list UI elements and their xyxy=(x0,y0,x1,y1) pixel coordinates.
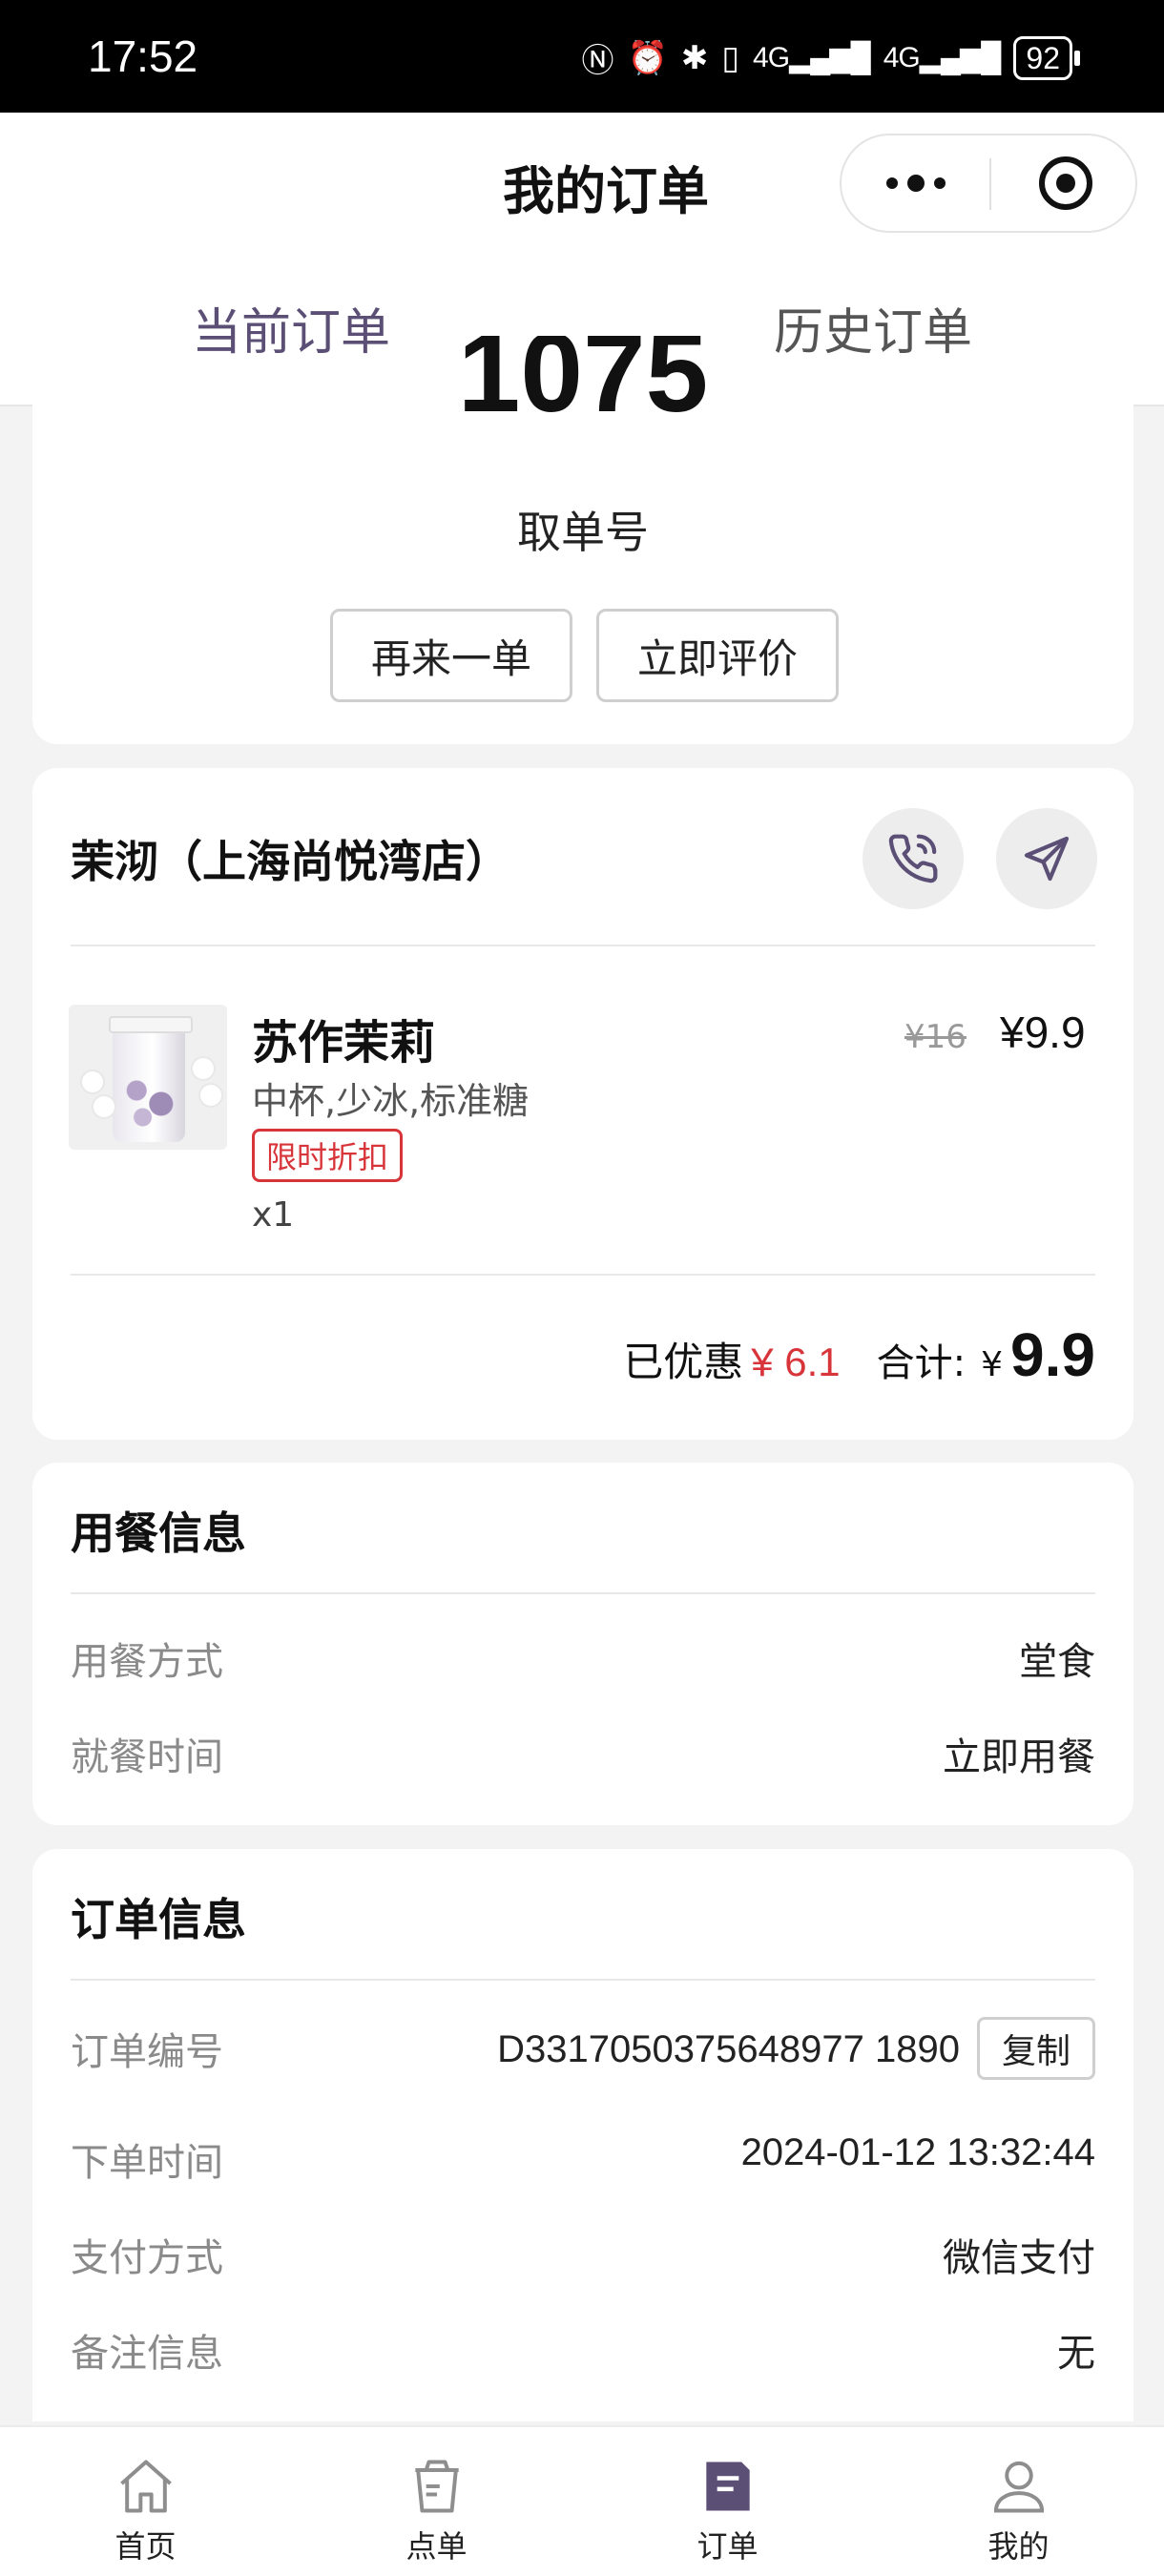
battery-icon: 92 xyxy=(1013,35,1080,80)
dining-method-value: 堂食 xyxy=(1019,1640,1095,1684)
capsule-divider xyxy=(989,158,991,210)
alarm-icon: ⏰ xyxy=(627,38,668,77)
tabbar-menu-label: 点单 xyxy=(405,2528,468,2565)
copy-button[interactable]: 复制 xyxy=(977,2017,1095,2080)
cup-icon xyxy=(415,2460,459,2513)
miniprogram-capsule xyxy=(840,134,1137,233)
home-icon xyxy=(120,2460,172,2513)
bluetooth-icon: ✱ xyxy=(680,38,709,77)
reorder-button[interactable]: 再来一单 xyxy=(330,609,572,702)
vibrate-icon: ▯ xyxy=(721,38,740,77)
more-icon[interactable] xyxy=(842,135,990,231)
dining-info-card: 用餐信息 用餐方式 堂食 就餐时间 立即用餐 xyxy=(32,1463,1133,1825)
bottom-tabbar: 首页 点单 订单 我的 xyxy=(0,2425,1164,2576)
product-quantity: x1 xyxy=(252,1195,295,1235)
signal-icon-1: 4G▂▄▆█ xyxy=(753,42,871,73)
product-image xyxy=(69,1005,227,1150)
tabbar-profile-label: 我的 xyxy=(987,2528,1050,2565)
navigate-button[interactable] xyxy=(996,808,1097,909)
nav-header: 我的订单 xyxy=(0,113,1164,256)
order-number-label: 订单编号 xyxy=(71,2030,223,2074)
tabbar-menu[interactable]: 点单 xyxy=(291,2427,582,2576)
product-name: 苏作茉莉 xyxy=(252,1016,436,1070)
pickup-card: 1075 取单号 再来一单 立即评价 xyxy=(32,336,1133,744)
total-label: 合计: xyxy=(876,1341,967,1385)
pickup-number: 1075 xyxy=(457,336,709,436)
store-card: 茉沏（上海尚悦湾店） 苏作茉莉 中杯,少冰,标准糖 限时折扣 x1 ¥16 ¥9… xyxy=(32,768,1133,1440)
total-value: 9.9 xyxy=(1010,1320,1095,1389)
tabbar-home-label: 首页 xyxy=(114,2528,177,2565)
order-icon xyxy=(706,2462,750,2511)
order-number-value: D3317050375648977 1890 xyxy=(497,2028,960,2070)
signal-icon-2: 4G▂▄▆█ xyxy=(883,42,1002,73)
dining-method-label: 用餐方式 xyxy=(71,1640,223,1684)
status-icons: Ⓝ ⏰ ✱ ▯ 4G▂▄▆█ 4G▂▄▆█ 92 xyxy=(581,34,1080,81)
order-info-title: 订单信息 xyxy=(71,1894,246,1945)
discount-value: ¥ 6.1 xyxy=(751,1340,841,1384)
tabbar-orders-label: 订单 xyxy=(696,2528,759,2565)
store-name: 茉沏（上海尚悦湾店） xyxy=(71,836,509,887)
divider xyxy=(71,1979,1095,1981)
phone-icon xyxy=(888,834,938,883)
remark-value: 无 xyxy=(1057,2332,1095,2376)
nfc-icon: Ⓝ xyxy=(581,42,614,80)
dining-time-label: 就餐时间 xyxy=(71,1735,223,1779)
tabbar-profile[interactable]: 我的 xyxy=(873,2427,1164,2576)
order-time-value: 2024-01-12 13:32:44 xyxy=(740,2131,1095,2173)
user-icon xyxy=(993,2461,1045,2513)
status-time: 17:52 xyxy=(88,31,198,81)
discount-label: 已优惠 xyxy=(623,1339,744,1385)
review-button[interactable]: 立即评价 xyxy=(596,609,839,702)
close-target-icon[interactable] xyxy=(1039,156,1092,210)
pickup-label: 取单号 xyxy=(517,507,649,558)
total-currency: ¥ xyxy=(981,1345,1004,1384)
status-bar: 17:52 Ⓝ ⏰ ✱ ▯ 4G▂▄▆█ 4G▂▄▆█ 92 xyxy=(0,0,1164,113)
divider xyxy=(71,1274,1095,1276)
dining-info-title: 用餐信息 xyxy=(71,1507,246,1559)
divider xyxy=(71,945,1095,946)
order-summary: 已优惠 ¥ 6.1 合计: ¥ 9.9 xyxy=(623,1319,1095,1390)
dining-time-value: 立即用餐 xyxy=(943,1735,1095,1779)
divider xyxy=(71,1592,1095,1594)
price-current: ¥9.9 xyxy=(1000,1008,1086,1057)
tabbar-home[interactable]: 首页 xyxy=(0,2427,291,2576)
product-spec: 中杯,少冰,标准糖 xyxy=(252,1080,530,1122)
order-time-label: 下单时间 xyxy=(71,2141,223,2185)
price-original: ¥16 xyxy=(904,1018,967,1056)
payment-method-label: 支付方式 xyxy=(71,2236,223,2280)
payment-method-value: 微信支付 xyxy=(943,2236,1095,2280)
remark-label: 备注信息 xyxy=(71,2332,223,2376)
order-info-card: 订单信息 订单编号 D3317050375648977 1890 复制 下单时间… xyxy=(32,1849,1133,2421)
call-button[interactable] xyxy=(863,808,964,909)
navigation-icon xyxy=(1024,836,1070,882)
promo-tag: 限时折扣 xyxy=(252,1129,404,1182)
tabbar-orders[interactable]: 订单 xyxy=(582,2427,873,2576)
